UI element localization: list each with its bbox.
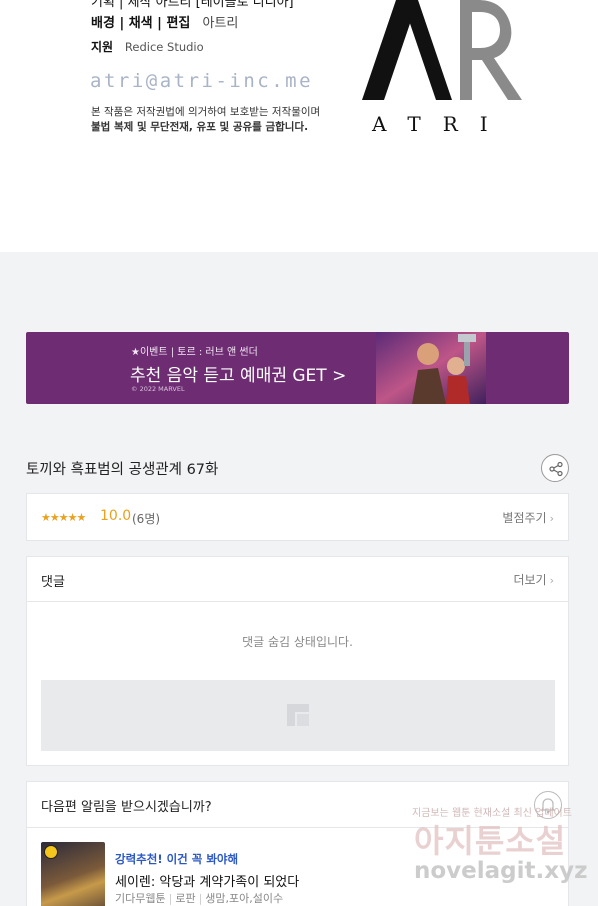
credit-line-background: 배경 | 채색 | 편집 아트리 (91, 12, 238, 31)
comments-hidden-message: 댓글 숨김 상태입니다. (242, 635, 353, 649)
banner-headline: 추천 음악 듣고 예매권 GET > (130, 366, 347, 386)
banner-movie-art (376, 332, 486, 404)
watermark-title: 아지툰소설 (414, 822, 567, 860)
wait-free-clock-icon (44, 845, 58, 859)
comments-title: 댓글 (41, 575, 65, 590)
next-alarm-title: 다음편 알림을 받으시겠습니까? (41, 800, 212, 815)
share-button[interactable] (541, 454, 569, 482)
watermark-url: novelagit.xyz (414, 858, 588, 884)
recommend-tag: 강력추천! 이건 꼭 봐야해 (115, 852, 239, 866)
image-placeholder-icon (287, 704, 309, 726)
copyright-line-2: 불법 복제 및 무단전재, 유포 및 공유를 금합니다. (91, 121, 309, 133)
site-watermark: 지금보는 웹툰 현재소설 최신 업데이트 아지툰소설 novelagit.xyz (408, 800, 588, 900)
credit-line-support: 지원 Redice Studio (91, 38, 204, 55)
meta-authors: 생맘,포아,설이수 (205, 892, 284, 905)
recommended-title[interactable]: 세이렌: 악당과 계약가족이 되었다 (115, 871, 299, 890)
copyright-line-1: 본 작품은 저작권법에 의거하여 보호받는 저작물이며 (91, 106, 321, 118)
recommended-thumbnail[interactable] (41, 842, 105, 906)
more-link-label: 더보기 (513, 573, 547, 587)
share-icon (549, 461, 563, 477)
rating-score: 10.0 (100, 508, 132, 524)
banner-copyright: © 2022 MARVEL (131, 385, 185, 393)
rating-card: ★★★★★ 10.0 (6명) 별점주기 › (26, 493, 569, 541)
episode-title: 토끼와 흑표범의 공생관계 67화 (26, 462, 219, 478)
contact-email: atri@atri-inc.me (90, 70, 314, 92)
chevron-right-icon: › (549, 574, 554, 587)
copyright-notice: 본 작품은 저작권법에 의거하여 보호받는 저작물이며 불법 복제 및 무단전재… (91, 105, 320, 135)
logo-wordmark: ATRI (372, 112, 510, 136)
ad-placeholder[interactable] (41, 680, 555, 751)
comments-header: 댓글 더보기 › (27, 557, 568, 602)
credit-role: 지원 (91, 40, 114, 54)
meta-genre: 로판 (175, 892, 196, 905)
rate-button-label: 별점주기 (502, 511, 547, 525)
chevron-right-icon: › (549, 512, 554, 525)
credit-name: Redice Studio (124, 40, 204, 54)
credit-line-cut: 기획 | 제작 아트리 [레이블로 디디아] (91, 0, 294, 10)
star-rating-icon: ★★★★★ (41, 511, 86, 524)
credit-role: 배경 | 채색 | 편집 (91, 16, 191, 31)
rate-button[interactable]: 별점주기 › (502, 509, 554, 526)
meta-category: 기다무웹툰 (115, 892, 166, 905)
credit-name: 아트리 (202, 16, 239, 31)
event-banner[interactable]: ★이벤트 | 토르 : 러브 앤 썬더 추천 음악 듣고 예매권 GET > ©… (26, 332, 569, 404)
comments-more-link[interactable]: 더보기 › (513, 571, 554, 588)
rating-vote-count: (6명) (132, 512, 161, 526)
banner-event-label: ★이벤트 | 토르 : 러브 앤 썬더 (131, 347, 258, 358)
credits-section: 기획 | 제작 아트리 [레이블로 디디아] 배경 | 채색 | 편집 아트리 … (0, 0, 598, 252)
comments-card: 댓글 더보기 › 댓글 숨김 상태입니다. (26, 556, 569, 766)
recommended-meta: 기다무웹툰 | 로판 | 생맘,포아,설이수 (115, 892, 284, 905)
